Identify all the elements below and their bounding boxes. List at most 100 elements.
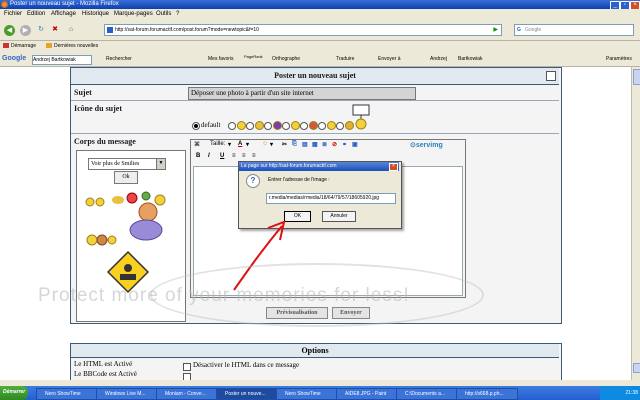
smiley (126, 192, 138, 204)
taskbar-item[interactable]: Nero ShowTime (36, 388, 98, 400)
page-scrollbar[interactable] (631, 67, 640, 380)
home-icon[interactable]: ⌂ (66, 25, 76, 35)
google-parametres[interactable]: Paramètres (606, 56, 632, 62)
servimg-logo[interactable]: ⊙servimg (410, 141, 443, 149)
taskbar-item[interactable]: Windows Live M... (96, 388, 158, 400)
google-user-select[interactable]: Andrzej Bartkowiak (32, 55, 92, 65)
chevron-down-icon[interactable]: ▼ (156, 159, 165, 169)
smiley (124, 264, 132, 272)
preview-button[interactable]: Prévisualisation (266, 307, 328, 319)
resize-icon[interactable] (546, 71, 556, 81)
dialog-cancel-button[interactable]: Annuler (322, 211, 356, 222)
clock[interactable]: 21:38 (625, 390, 638, 396)
watermark-text: Protect more of your memories for less! (38, 285, 410, 306)
message-body-label: Corps du message (74, 137, 136, 146)
chevron-down-icon[interactable]: ▾ (246, 141, 249, 148)
bookmark-demarrage[interactable]: Démarrage (3, 43, 36, 49)
icon-radio[interactable] (246, 122, 254, 130)
table-icon[interactable]: ▦ (312, 141, 318, 148)
smiley (95, 197, 105, 207)
google-rechercher[interactable]: Rechercher (106, 56, 132, 62)
taskbar-item[interactable]: Nero ShowTime (276, 388, 338, 400)
form-title: Poster un nouveau sujet (274, 71, 356, 80)
window-title-bar: Poster un nouveau sujet - Mozilla Firefo… (0, 0, 640, 10)
smiley (86, 234, 98, 246)
reload-icon[interactable]: ↻ (36, 25, 46, 35)
smiley (138, 202, 158, 222)
image-icon[interactable]: ▣ (352, 141, 358, 148)
bookmark-icon (3, 43, 9, 49)
menu-outils[interactable]: Outils (156, 11, 171, 17)
start-label: Démarrer (3, 389, 26, 395)
font-color-icon[interactable]: A (238, 141, 242, 147)
menu-bar: Fichier Edition Affichage Historique Mar… (0, 9, 640, 20)
list-icon[interactable]: ≣ (322, 141, 327, 148)
google-logo[interactable]: Google (2, 55, 26, 62)
site-favicon-icon (107, 27, 113, 33)
icon-radio[interactable] (336, 122, 344, 130)
go-icon[interactable]: ▶ (493, 26, 498, 34)
google-mes-favoris[interactable]: Mes favoris (208, 56, 234, 62)
row-divider (71, 133, 559, 134)
google-pagerank[interactable]: PageRank (244, 54, 263, 59)
dialog-close-icon[interactable]: × (389, 163, 398, 171)
taskbar-item[interactable]: AIDE8.JPG - Paint (336, 388, 398, 400)
scroll-down[interactable] (633, 363, 640, 373)
google-envoyer-a[interactable]: Envoyer à (378, 56, 401, 62)
menu-affichage[interactable]: Affichage (51, 11, 76, 17)
icon-radio[interactable] (264, 122, 272, 130)
subject-label: Sujet (74, 88, 92, 97)
stop-icon[interactable]: ✖ (50, 25, 60, 35)
google-andrzej[interactable]: Andrzej (430, 56, 447, 62)
remove-format-icon[interactable]: ⊘ (332, 141, 337, 148)
chevron-down-icon[interactable]: ▾ (270, 141, 273, 148)
menu-marque-pages[interactable]: Marque-pages (114, 11, 153, 17)
address-bar[interactable]: http://sat-forum.forumactif.com/post.for… (104, 24, 502, 36)
italic-icon[interactable]: I (208, 153, 210, 159)
menu-edition[interactable]: Edition (27, 11, 45, 17)
copy-icon[interactable]: ⎘ (292, 141, 297, 148)
icon-radio[interactable] (318, 122, 326, 130)
chevron-down-icon[interactable]: ▾ (228, 141, 231, 148)
start-button[interactable]: Démarrer (0, 386, 28, 400)
menu-help[interactable]: ? (176, 11, 179, 17)
scroll-up[interactable] (633, 69, 640, 85)
icon-radio[interactable] (228, 122, 236, 130)
subject-input[interactable]: Déposer une photo à partir d'un site int… (188, 87, 416, 100)
taskbar-item[interactable]: http://s668.p.ph... (456, 388, 518, 400)
paste-icon[interactable]: ▤ (302, 141, 308, 148)
send-button[interactable]: Envoyer (332, 307, 370, 319)
bookmark-label: Dernières nouvelles (54, 43, 99, 49)
taskbar-item[interactable]: C:\Documents a... (396, 388, 458, 400)
google-traduire[interactable]: Traduire (336, 56, 354, 62)
align-right-icon[interactable]: ≡ (252, 153, 256, 159)
disable-html-checkbox[interactable] (183, 363, 191, 371)
bold-icon[interactable]: B (196, 153, 200, 159)
form-header: Poster un nouveau sujet (71, 68, 559, 85)
editor-icon[interactable]: ⌘ (194, 141, 200, 148)
icon-radio[interactable] (282, 122, 290, 130)
icon-radio-default[interactable] (192, 122, 200, 130)
back-icon[interactable]: ◀ (4, 25, 15, 36)
smiley-menu-icon[interactable]: ☺ (262, 141, 268, 147)
smilies-select[interactable]: Voir plus de Smilies ▼ (88, 158, 166, 170)
google-orthographe[interactable]: Orthographe (272, 56, 300, 62)
smiley (129, 219, 163, 241)
smiley (154, 194, 166, 206)
taskbar-item[interactable]: Moniam - Conve... (156, 388, 218, 400)
align-center-icon[interactable]: ≡ (242, 153, 246, 159)
icon-radio[interactable] (300, 122, 308, 130)
smilies-ok-button[interactable]: Ok (114, 171, 138, 184)
align-left-icon[interactable]: ≡ (232, 153, 236, 159)
bookmark-dernieres-nouvelles[interactable]: Dernières nouvelles (46, 43, 98, 49)
forward-icon[interactable]: ▶ (20, 25, 31, 36)
search-box[interactable]: G Google (514, 24, 634, 36)
image-url-input[interactable]: r.media/medias/rmedia/18/64/79/57/186059… (266, 193, 396, 204)
google-bartkowiak[interactable]: Bartkowiak (458, 56, 482, 62)
cut-icon[interactable]: ✂ (282, 141, 287, 148)
underline-icon[interactable]: U (220, 153, 224, 159)
menu-historique[interactable]: Historique (82, 11, 109, 17)
link-icon[interactable]: ⚭ (342, 141, 347, 148)
menu-fichier[interactable]: Fichier (4, 11, 22, 17)
taskbar-item-active[interactable]: Poster un nouve... (216, 388, 278, 400)
